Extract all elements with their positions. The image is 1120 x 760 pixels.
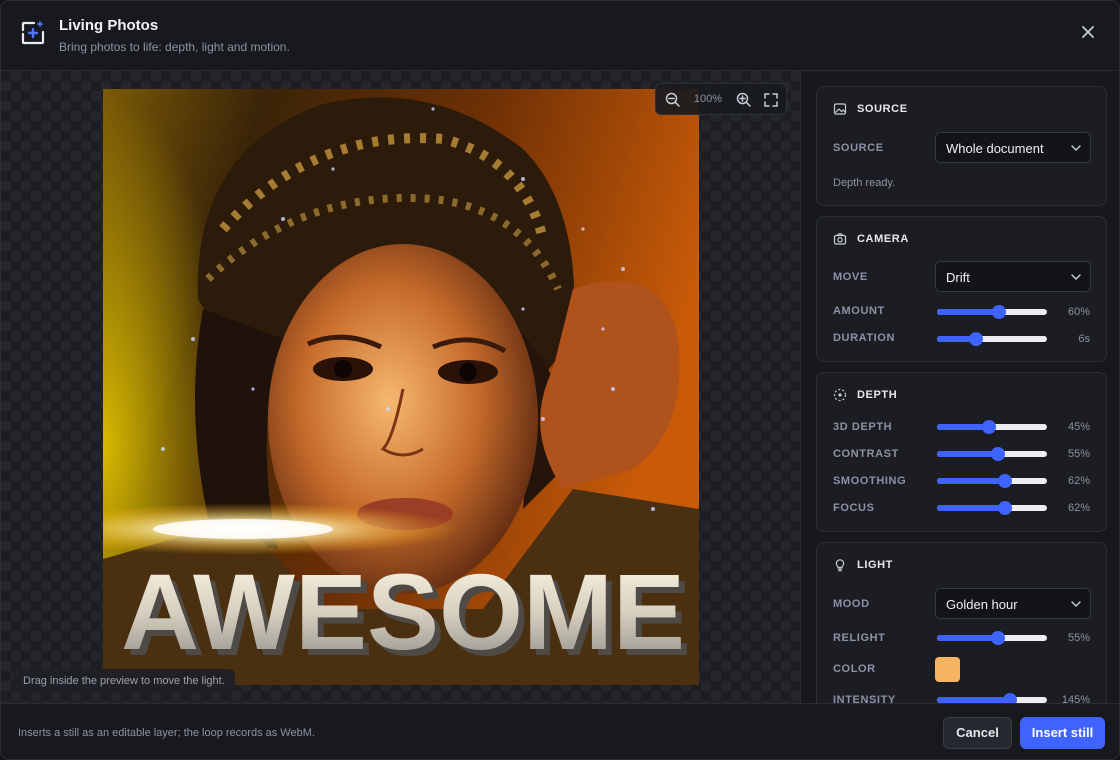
source-label: SOURCE: [833, 142, 884, 154]
light-color-swatch[interactable]: [935, 657, 960, 682]
slider-fill: [937, 451, 998, 457]
dialog-title: Living Photos: [59, 17, 159, 34]
chevron-down-icon: [1071, 145, 1081, 152]
depth-title: DEPTH: [857, 389, 898, 401]
depth-icon: [833, 388, 847, 402]
relight-label: RELIGHT: [833, 632, 886, 644]
slider-thumb[interactable]: [998, 501, 1012, 515]
source-select[interactable]: Whole document: [935, 132, 1091, 163]
source-section: SOURCE SOURCE Whole document Depth ready…: [816, 86, 1107, 206]
depth-value: 45%: [1067, 421, 1090, 433]
slider-fill: [937, 635, 998, 641]
light-title: LIGHT: [857, 559, 893, 571]
intensity-slider[interactable]: [937, 693, 1047, 703]
preview-photo[interactable]: AWESOME AWESOME: [103, 89, 699, 685]
depth-label: 3D DEPTH: [833, 421, 893, 433]
duration-slider[interactable]: [937, 332, 1047, 346]
duration-value: 6s: [1078, 333, 1090, 345]
smoothing-slider[interactable]: [937, 474, 1047, 488]
focus-label: FOCUS: [833, 502, 875, 514]
chevron-down-icon: [1071, 274, 1081, 281]
camera-icon: [833, 233, 847, 245]
move-label: MOVE: [833, 271, 868, 283]
slider-thumb[interactable]: [969, 332, 983, 346]
contrast-label: CONTRAST: [833, 448, 899, 460]
amount-label: AMOUNT: [833, 305, 885, 317]
mood-value: Golden hour: [946, 597, 1018, 612]
dialog-header: Living Photos Bring photos to life: dept…: [1, 1, 1119, 71]
source-title: SOURCE: [857, 103, 908, 115]
zoom-level: 100%: [693, 93, 723, 105]
living-photos-dialog: Living Photos Bring photos to life: dept…: [0, 0, 1120, 760]
preview-hint: Drag inside the preview to move the ligh…: [13, 669, 235, 693]
move-select[interactable]: Drift: [935, 261, 1091, 292]
focus-slider[interactable]: [937, 501, 1047, 515]
living-photos-icon: [21, 21, 45, 45]
footer-note: Inserts a still as an editable layer; th…: [18, 727, 315, 739]
smoothing-value: 62%: [1067, 475, 1090, 487]
move-value: Drift: [946, 270, 970, 285]
contrast-slider[interactable]: [937, 447, 1047, 461]
image-icon: [833, 103, 847, 115]
slider-thumb[interactable]: [992, 305, 1006, 319]
zoom-out-icon[interactable]: [664, 91, 682, 109]
slider-thumb[interactable]: [1003, 693, 1017, 703]
camera-section: CAMERA MOVE Drift AMOUNT 60% DURATION 6s: [816, 216, 1107, 362]
color-label: COLOR: [833, 663, 876, 675]
settings-panel: SOURCE SOURCE Whole document Depth ready…: [802, 71, 1119, 703]
amount-slider[interactable]: [937, 305, 1047, 319]
insert-still-button[interactable]: Insert still: [1020, 717, 1105, 749]
smoothing-label: SMOOTHING: [833, 475, 907, 487]
fullscreen-icon[interactable]: [762, 91, 780, 109]
overlay-text-face: AWESOME: [121, 551, 685, 672]
contrast-value: 55%: [1067, 448, 1090, 460]
lightbulb-icon: [835, 559, 845, 572]
slider-thumb[interactable]: [991, 447, 1005, 461]
preview-canvas[interactable]: AWESOME AWESOME 100% Drag inside the pre…: [1, 71, 801, 703]
source-status: Depth ready.: [833, 177, 896, 189]
mood-select[interactable]: Golden hour: [935, 588, 1091, 619]
intensity-label: INTENSITY: [833, 694, 896, 703]
mood-label: MOOD: [833, 598, 870, 610]
light-section: LIGHT MOOD Golden hour RELIGHT 55% COLOR…: [816, 542, 1107, 703]
duration-label: DURATION: [833, 332, 896, 344]
relight-value: 55%: [1067, 632, 1090, 644]
slider-thumb[interactable]: [982, 420, 996, 434]
close-icon[interactable]: [1077, 21, 1099, 43]
camera-title: CAMERA: [857, 233, 909, 245]
zoom-in-icon[interactable]: [735, 91, 753, 109]
slider-fill: [937, 309, 999, 315]
dialog-subtitle: Bring photos to life: depth, light and m…: [59, 40, 290, 54]
dialog-footer: Inserts a still as an editable layer; th…: [1, 703, 1119, 759]
zoom-toolbar: 100%: [655, 83, 787, 115]
chevron-down-icon: [1071, 601, 1081, 608]
slider-thumb[interactable]: [998, 474, 1012, 488]
amount-value: 60%: [1067, 306, 1090, 318]
relight-slider[interactable]: [937, 631, 1047, 645]
focus-value: 62%: [1067, 502, 1090, 514]
depth-section: DEPTH 3D DEPTH 45% CONTRAST 55% SMOOTHIN…: [816, 372, 1107, 532]
depth-slider[interactable]: [937, 420, 1047, 434]
source-value: Whole document: [946, 141, 1044, 156]
slider-fill: [937, 478, 1005, 484]
intensity-value: 145%: [1061, 694, 1090, 703]
slider-fill: [937, 505, 1005, 511]
slider-thumb[interactable]: [991, 631, 1005, 645]
cancel-button[interactable]: Cancel: [943, 717, 1012, 749]
